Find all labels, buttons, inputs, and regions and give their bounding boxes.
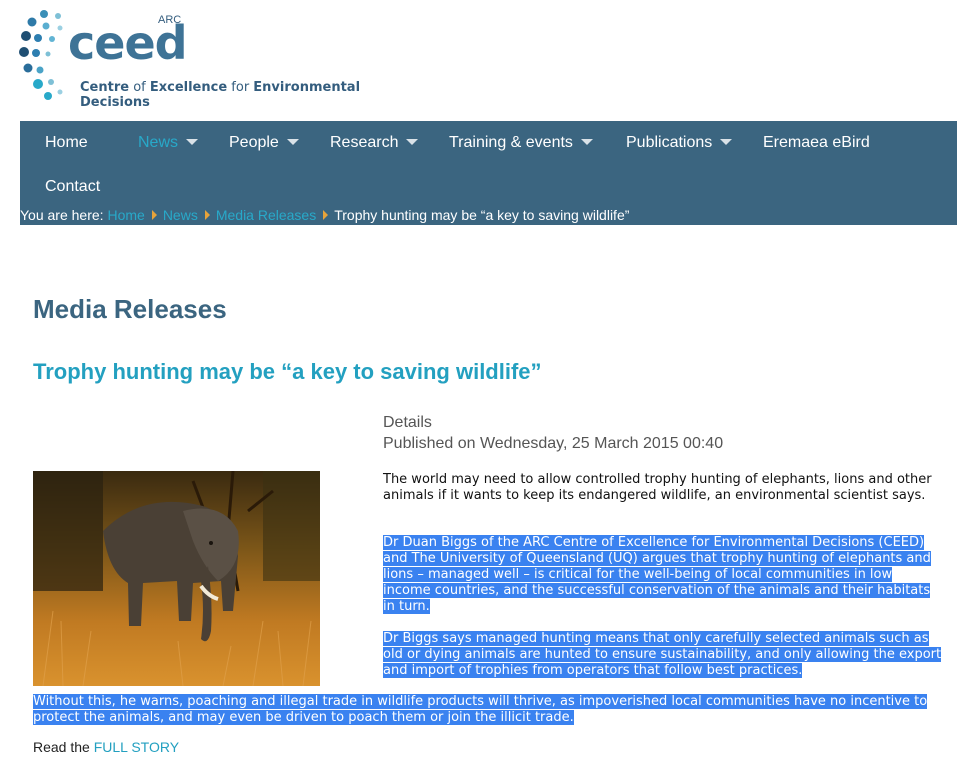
breadcrumb-news-link[interactable]: News: [163, 207, 198, 223]
published-date: Published on Wednesday, 25 March 2015 00…: [383, 435, 724, 452]
breadcrumb-prefix: You are here:: [20, 207, 104, 223]
logo-tagline: Centre of Excellence for Environmental D…: [80, 80, 361, 110]
nav-item-news[interactable]: News: [138, 134, 199, 152]
read-more: Read the FULL STORY: [33, 739, 179, 755]
breadcrumb-current: Trophy hunting may be “a key to saving w…: [334, 207, 630, 223]
page-title: Media Releases: [33, 294, 227, 324]
article-paragraph-3: Dr Biggs says managed hunting means that…: [383, 631, 948, 679]
breadcrumb-home-link[interactable]: Home: [107, 207, 144, 223]
nav-item-people[interactable]: People: [229, 134, 299, 152]
breadcrumb-media-releases-link[interactable]: Media Releases: [216, 207, 316, 223]
nav-item-home[interactable]: Home: [45, 134, 88, 152]
chevron-down-icon: [406, 138, 419, 145]
main-navigation: Home News People Research Training & eve…: [20, 121, 957, 225]
selected-text: Dr Duan Biggs of the ARC Centre of Excel…: [383, 535, 931, 614]
nav-item-research[interactable]: Research: [330, 134, 419, 152]
arrow-right-icon: [151, 210, 157, 220]
breadcrumb: You are here: Home News Media Releases Trop…: [20, 207, 629, 223]
article-paragraph-2: Dr Duan Biggs of the ARC Centre of Excel…: [383, 535, 943, 615]
nav-item-training-events[interactable]: Training & events: [449, 134, 593, 152]
nav-item-publications[interactable]: Publications: [626, 134, 733, 152]
chevron-down-icon: [286, 138, 299, 145]
chevron-down-icon: [720, 138, 733, 145]
article-details: Details Published on Wednesday, 25 March…: [383, 412, 723, 454]
nav-item-eremaea-ebird[interactable]: Eremaea eBird: [763, 134, 870, 152]
arrow-right-icon: [323, 210, 329, 220]
logo-wordmark: ceed: [68, 16, 188, 70]
read-more-prefix: Read the: [33, 739, 90, 755]
ceed-logo[interactable]: ARC ceed Centre of Excellence for Enviro…: [18, 8, 418, 110]
article-paragraph-1: The world may need to allow controlled t…: [383, 472, 932, 503]
full-story-link[interactable]: FULL STORY: [94, 739, 179, 755]
chevron-down-icon: [580, 138, 593, 145]
article-title[interactable]: Trophy hunting may be “a key to saving w…: [33, 359, 542, 385]
arrow-right-icon: [204, 210, 210, 220]
elephant-photo: [33, 471, 320, 686]
nav-item-contact[interactable]: Contact: [45, 178, 100, 196]
chevron-down-icon: [186, 138, 199, 145]
details-label: Details: [383, 414, 432, 431]
article-paragraph-4: Without this, he warns, poaching and ill…: [33, 694, 933, 726]
selected-text: Without this, he warns, poaching and ill…: [33, 694, 928, 725]
selected-text: Dr Biggs says managed hunting means that…: [383, 631, 942, 678]
